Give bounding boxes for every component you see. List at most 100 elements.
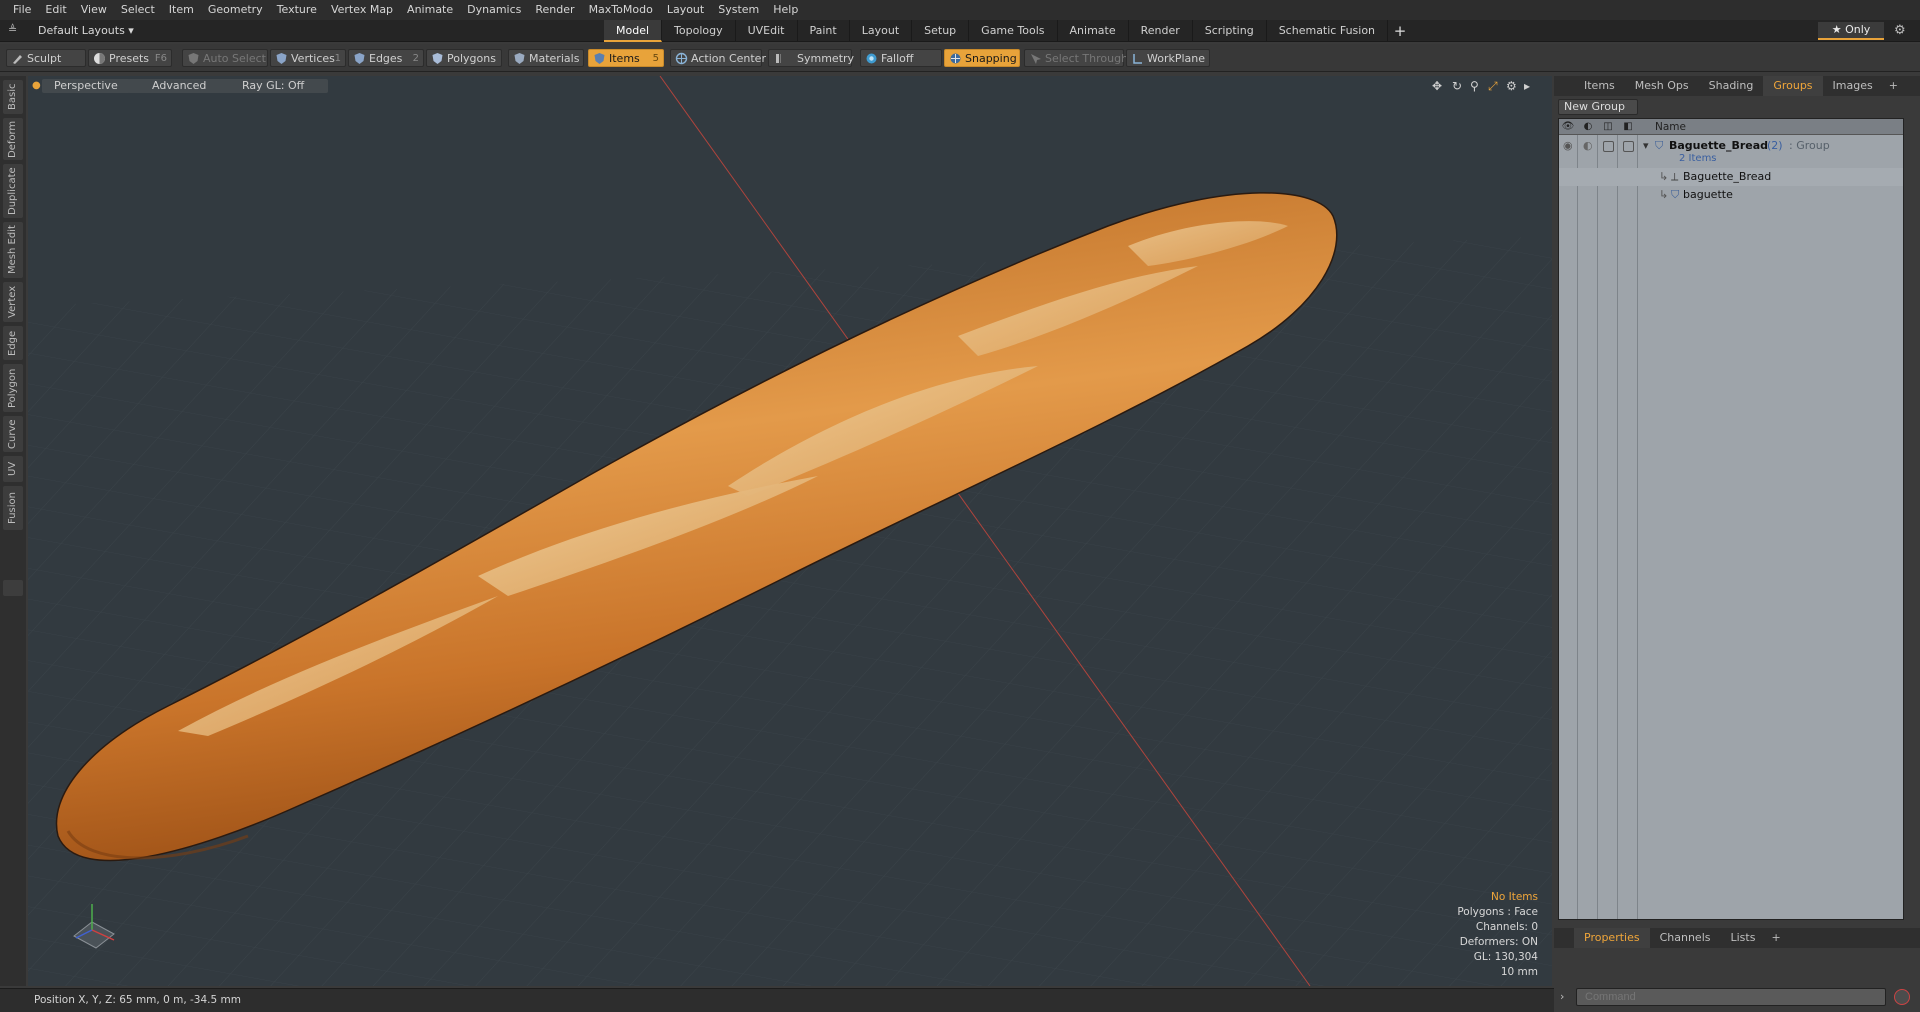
- menu-help[interactable]: Help: [766, 0, 805, 20]
- tab-channels[interactable]: Channels: [1650, 928, 1721, 948]
- menu-vertex-map[interactable]: Vertex Map: [324, 0, 400, 20]
- hud-no-items: No Items: [1491, 891, 1538, 903]
- select-through-button[interactable]: Select Through: [1024, 49, 1128, 67]
- lock-column-icon[interactable]: ◫: [1601, 120, 1615, 134]
- polygons-button[interactable]: Polygons: [426, 49, 502, 67]
- menu-dynamics[interactable]: Dynamics: [460, 0, 528, 20]
- edges-button[interactable]: Edges 2: [348, 49, 424, 67]
- layout-toggle-icon[interactable]: ≜: [8, 24, 20, 36]
- menu-edit[interactable]: Edit: [38, 0, 73, 20]
- render-column-icon[interactable]: ◐: [1581, 120, 1595, 134]
- tab-setup[interactable]: Setup: [912, 20, 970, 42]
- only-button[interactable]: ★ Only: [1818, 22, 1884, 40]
- viewport-menu-arrow-icon[interactable]: ▸: [1524, 79, 1530, 93]
- left-tab-fusion[interactable]: Fusion: [3, 486, 23, 530]
- menu-item[interactable]: Item: [162, 0, 201, 20]
- menu-layout[interactable]: Layout: [660, 0, 711, 20]
- snapping-label: Snapping: [965, 52, 1017, 65]
- visibility-column-icon[interactable]: 👁: [1561, 120, 1575, 134]
- menu-select[interactable]: Select: [114, 0, 162, 20]
- sculpt-button[interactable]: Sculpt: [6, 49, 86, 67]
- group-child-row[interactable]: ↳ ⟂ Baguette_Bread: [1559, 168, 1903, 186]
- perspective-dropdown[interactable]: Perspective: [42, 79, 130, 93]
- raygl-dropdown[interactable]: Ray GL: Off: [218, 79, 329, 93]
- tab-layout[interactable]: Layout: [850, 20, 913, 42]
- tab-groups[interactable]: Groups: [1763, 76, 1823, 96]
- command-input[interactable]: [1576, 988, 1886, 1006]
- left-tab-collapse[interactable]: [3, 580, 23, 596]
- menu-system[interactable]: System: [711, 0, 766, 20]
- name-column-header[interactable]: Name: [1655, 120, 1686, 134]
- tab-mesh-ops[interactable]: Mesh Ops: [1625, 76, 1699, 96]
- menu-texture[interactable]: Texture: [270, 0, 324, 20]
- falloff-icon: [866, 53, 877, 64]
- menu-geometry[interactable]: Geometry: [201, 0, 270, 20]
- symmetry-button[interactable]: Symmetry: [768, 49, 854, 67]
- new-group-button[interactable]: New Group: [1558, 99, 1638, 115]
- left-tab-uv[interactable]: UV: [3, 456, 23, 482]
- tab-shading[interactable]: Shading: [1699, 76, 1764, 96]
- left-tab-deform[interactable]: Deform: [3, 118, 23, 160]
- select-column-icon[interactable]: ◧: [1621, 120, 1635, 134]
- tab-lists[interactable]: Lists: [1721, 928, 1766, 948]
- tab-schematic-fusion[interactable]: Schematic Fusion: [1267, 20, 1389, 42]
- left-tab-basic[interactable]: Basic: [3, 80, 23, 114]
- render-toggle-icon[interactable]: ◐: [1583, 137, 1594, 152]
- add-properties-tab-button[interactable]: +: [1765, 928, 1786, 948]
- tab-render[interactable]: Render: [1129, 20, 1193, 42]
- mesh-icon: ⛉: [1671, 188, 1680, 201]
- visibility-eye-icon[interactable]: ◉: [1563, 137, 1574, 152]
- add-panel-tab-button[interactable]: +: [1883, 76, 1904, 96]
- zoom-view-icon[interactable]: ⚲: [1470, 79, 1479, 93]
- group-child-row[interactable]: ↳ ⛉ baguette: [1559, 186, 1903, 204]
- tab-paint[interactable]: Paint: [798, 20, 850, 42]
- vertex-shield-icon: [276, 53, 287, 64]
- items-shortcut: 5: [652, 53, 659, 64]
- command-history-arrow-icon[interactable]: ›: [1560, 990, 1564, 1003]
- left-tab-vertex[interactable]: Vertex: [3, 282, 23, 322]
- tab-animate[interactable]: Animate: [1058, 20, 1129, 42]
- left-tab-mesh-edit[interactable]: Mesh Edit: [3, 222, 23, 278]
- menu-animate[interactable]: Animate: [400, 0, 460, 20]
- left-tab-curve[interactable]: Curve: [3, 416, 23, 452]
- locator-icon: ⟂: [1671, 170, 1679, 183]
- add-tab-button[interactable]: +: [1388, 20, 1412, 42]
- presets-button[interactable]: Presets F6: [88, 49, 172, 67]
- left-tab-edge[interactable]: Edge: [3, 326, 23, 360]
- layout-selector[interactable]: Default Layouts ▾: [30, 23, 142, 39]
- record-icon[interactable]: [1894, 989, 1910, 1005]
- vertices-button[interactable]: Vertices 1: [270, 49, 346, 67]
- advanced-dropdown[interactable]: Advanced: [128, 79, 231, 93]
- tab-properties[interactable]: Properties: [1574, 928, 1650, 948]
- tab-items[interactable]: Items: [1574, 76, 1625, 96]
- materials-label: Materials: [529, 52, 580, 65]
- tab-model[interactable]: Model: [604, 20, 663, 42]
- presets-label: Presets: [109, 52, 150, 65]
- move-view-icon[interactable]: ✥: [1432, 79, 1442, 93]
- menu-view[interactable]: View: [74, 0, 114, 20]
- workplane-button[interactable]: WorkPlane: [1126, 49, 1210, 67]
- maximize-view-icon[interactable]: ⤢: [1488, 79, 1498, 94]
- viewport-header: ● Perspective Advanced Ray GL: Off ✥ ↻ ⚲…: [28, 76, 1552, 96]
- edges-label: Edges: [369, 52, 403, 65]
- 3d-viewport[interactable]: ● Perspective Advanced Ray GL: Off ✥ ↻ ⚲…: [28, 76, 1552, 986]
- menu-file[interactable]: File: [6, 0, 38, 20]
- tab-topology[interactable]: Topology: [662, 20, 736, 42]
- left-tab-duplicate[interactable]: Duplicate: [3, 164, 23, 218]
- items-button[interactable]: Items 5: [588, 49, 664, 67]
- tab-scripting[interactable]: Scripting: [1193, 20, 1267, 42]
- rotate-view-icon[interactable]: ↻: [1452, 79, 1462, 93]
- left-tab-polygon[interactable]: Polygon: [3, 364, 23, 412]
- menu-maxtomodo[interactable]: MaxToModo: [582, 0, 660, 20]
- auto-select-button[interactable]: Auto Select: [182, 49, 268, 67]
- viewport-gear-icon[interactable]: ⚙: [1506, 79, 1517, 93]
- tab-images[interactable]: Images: [1823, 76, 1883, 96]
- gear-icon[interactable]: ⚙: [1894, 23, 1906, 38]
- tab-uvedit[interactable]: UVEdit: [736, 20, 798, 42]
- snapping-button[interactable]: Snapping: [944, 49, 1020, 67]
- menu-render[interactable]: Render: [528, 0, 581, 20]
- tab-game-tools[interactable]: Game Tools: [969, 20, 1058, 42]
- falloff-button[interactable]: Falloff: [860, 49, 942, 67]
- materials-button[interactable]: Materials: [508, 49, 584, 67]
- action-center-button[interactable]: Action Center: [670, 49, 766, 67]
